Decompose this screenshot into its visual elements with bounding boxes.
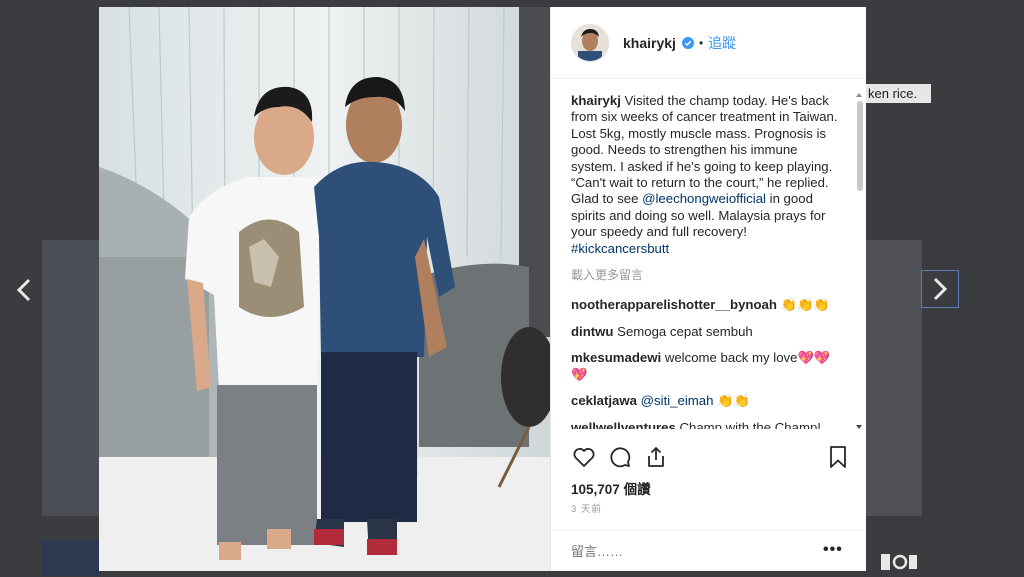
list-item: wellwellventures Champ with the Champ! 👏… (571, 420, 841, 430)
background-thumbnail-bottom (42, 540, 100, 576)
post-modal: khairykj • 追蹤 khairykj Visited the champ… (99, 7, 866, 571)
scroll-up-arrow-icon[interactable] (856, 93, 862, 97)
comments-scrollbar[interactable] (854, 93, 863, 429)
avatar[interactable] (571, 23, 609, 62)
like-count-label: 個讚 (623, 482, 651, 497)
comment-username[interactable]: wellwellventures (571, 420, 676, 430)
chevron-left-icon (16, 278, 31, 302)
follow-button[interactable]: 追蹤 (708, 33, 736, 53)
comment-username[interactable]: ceklatjawa (571, 393, 637, 408)
background-partial-text: ken rice. (866, 84, 932, 103)
background-thumbnail-right (866, 240, 922, 516)
comments-list[interactable]: khairykj Visited the champ today. He's b… (571, 93, 841, 429)
separator-dot: • (698, 35, 704, 50)
comment-text: 👏👏 (713, 393, 750, 409)
comment-button[interactable] (607, 444, 633, 470)
save-button[interactable] (825, 444, 851, 470)
next-post-button[interactable] (921, 270, 959, 308)
caption-text: Visited the champ today. He's back from … (571, 93, 838, 207)
list-item: mkesumadewi welcome back my love💖💖💖 (571, 350, 841, 383)
list-item: ceklatjawa @siti_eimah 👏👏 (571, 393, 841, 409)
like-count[interactable]: 105,707 個讚 (571, 478, 651, 498)
comment-text: Semoga cepat sembuh (613, 323, 753, 339)
load-more-comments-button[interactable]: 載入更多留言 (571, 267, 841, 283)
comment-username[interactable]: dintwu (571, 324, 613, 339)
header-username[interactable]: khairykj (623, 35, 676, 51)
heart-icon (573, 448, 595, 467)
scroll-down-arrow-icon[interactable] (856, 425, 862, 429)
chevron-right-icon (933, 277, 948, 301)
more-options-button[interactable]: ••• (823, 541, 843, 559)
previous-post-button[interactable] (8, 272, 40, 308)
share-upload-icon (648, 447, 664, 467)
like-button[interactable] (571, 444, 597, 470)
background-thumbnail-left (42, 240, 100, 516)
speech-bubble-icon (610, 447, 631, 468)
like-count-number: 105,707 (571, 482, 620, 497)
comment-text: 👏👏👏 (776, 297, 830, 313)
scrollbar-thumb[interactable] (857, 101, 863, 191)
verified-badge-icon (681, 36, 694, 49)
comment-input[interactable] (571, 541, 801, 561)
post-sidebar: khairykj • 追蹤 khairykj Visited the champ… (550, 7, 866, 571)
post-photo[interactable] (99, 7, 550, 571)
caption: khairykj Visited the champ today. He's b… (571, 93, 841, 257)
caption-hashtag-link[interactable]: #kickcancersbutt (571, 241, 669, 256)
caption-mention-link[interactable]: @leechongweiofficial (642, 191, 766, 206)
list-item: dintwu Semoga cepat sembuh (571, 324, 841, 340)
video-camera-icon (880, 552, 920, 574)
comment-mention-link[interactable]: @siti_eimah (641, 393, 714, 408)
caption-username[interactable]: khairykj (571, 93, 621, 108)
share-button[interactable] (643, 444, 669, 470)
post-actions (567, 444, 851, 472)
list-item: nootherapparelishotter__bynoah 👏👏👏 (571, 297, 841, 313)
bookmark-icon (830, 446, 846, 468)
post-header: khairykj • 追蹤 (551, 7, 866, 79)
post-timestamp[interactable]: 3 天前 (571, 501, 602, 515)
comment-username[interactable]: nootherapparelishotter__bynoah (571, 297, 777, 312)
comment-username[interactable]: mkesumadewi (571, 350, 661, 365)
add-comment-bar: ••• (551, 530, 866, 572)
